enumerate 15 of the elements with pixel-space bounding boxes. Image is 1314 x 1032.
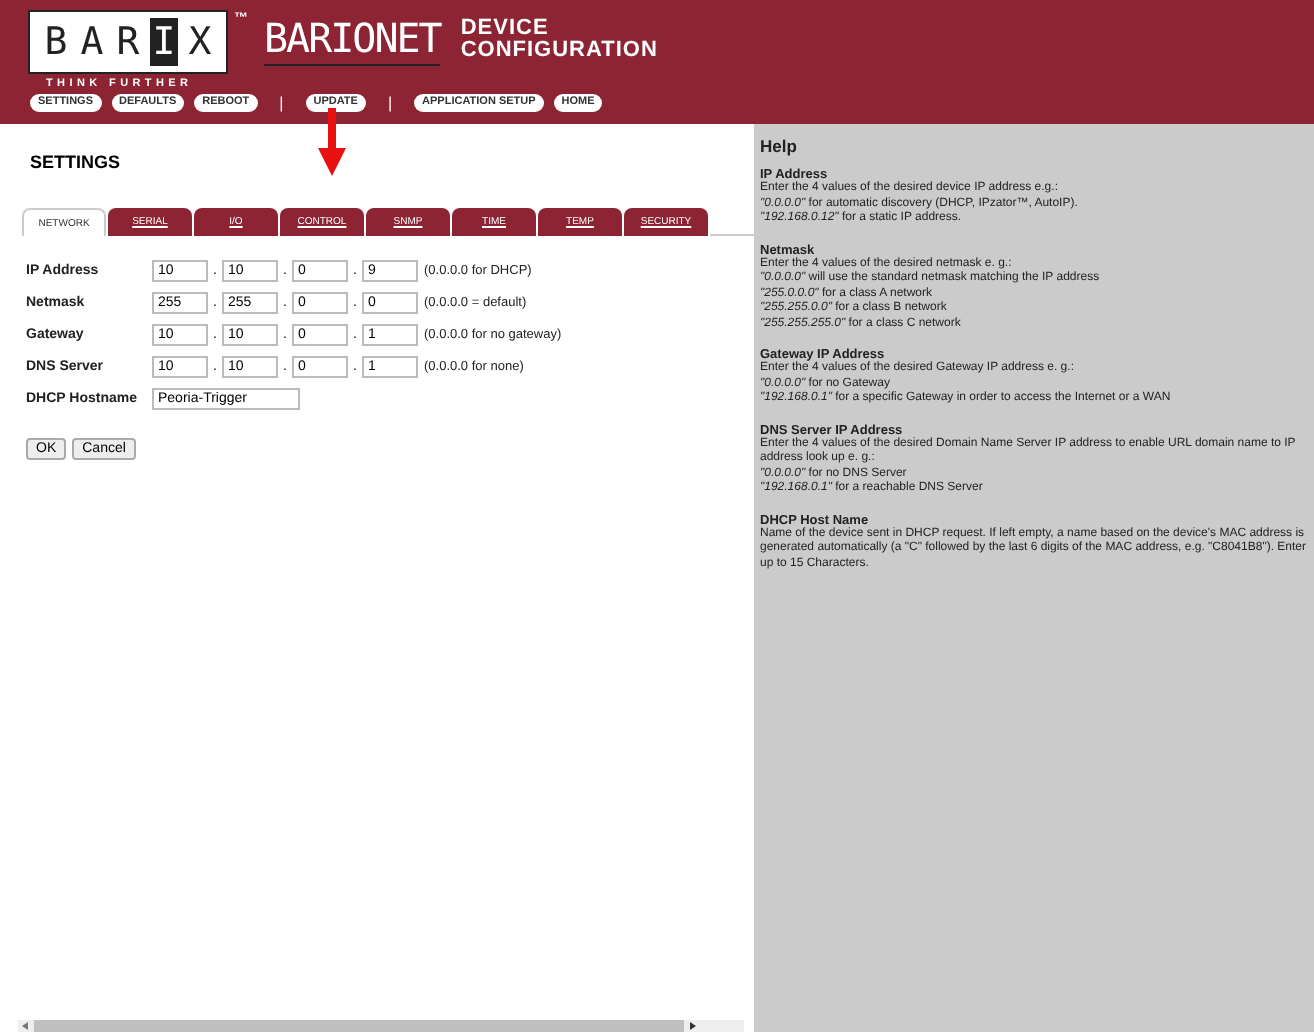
scroll-right-icon[interactable] — [684, 1020, 700, 1032]
logo-letter: X — [186, 18, 214, 66]
help-title: Help — [760, 136, 799, 156]
header-title: DEVICE — [460, 18, 551, 40]
page-title: SETTINGS — [30, 152, 123, 172]
scroll-left-icon[interactable] — [18, 1020, 34, 1032]
product-name: BARIONET — [264, 12, 441, 66]
nav-separator: | — [279, 94, 284, 112]
logo-letter: A — [78, 18, 106, 66]
logo-letter: B — [42, 18, 70, 66]
logo-letter: I — [150, 18, 178, 66]
logo-letter: R — [114, 18, 142, 66]
arrow-drawing — [318, 108, 346, 176]
header-title: CONFIGURATION — [460, 40, 658, 62]
nav-separator: | — [387, 94, 393, 112]
